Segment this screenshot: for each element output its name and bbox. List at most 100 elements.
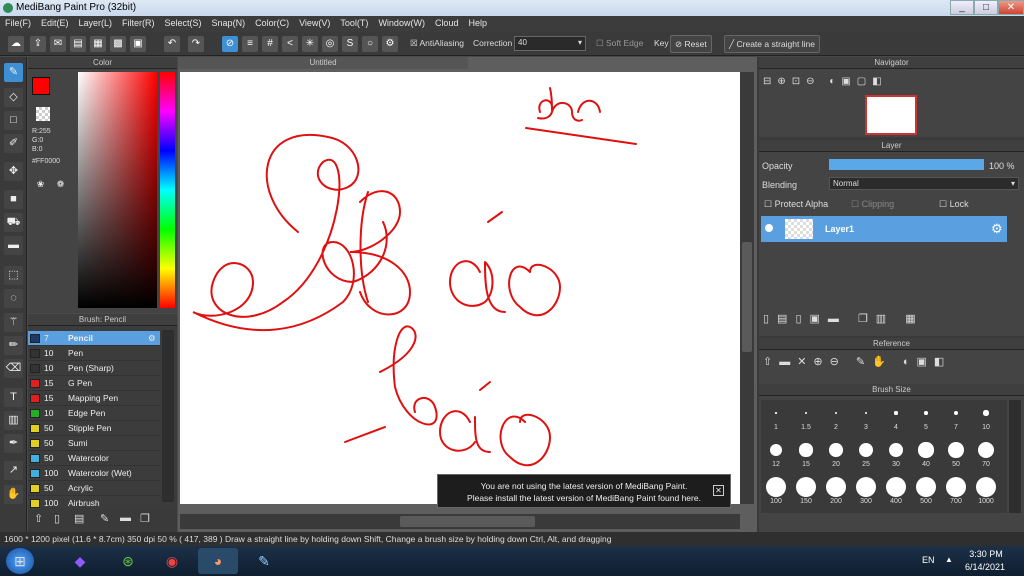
clipping-checkbox[interactable]: ☐ Clipping (851, 199, 894, 210)
brush-size-cell[interactable]: 1 (761, 402, 791, 431)
app-green-icon[interactable]: ⊛ (108, 548, 148, 574)
brush-size-cell[interactable]: 150 (791, 476, 821, 505)
brush-item[interactable]: 50 Watercolor (28, 451, 160, 466)
brush-item[interactable]: 15 G Pen (28, 376, 160, 391)
brush-list-scrollbar[interactable] (162, 330, 174, 502)
circle-snap-icon[interactable]: ◎ (322, 36, 338, 52)
start-button[interactable]: ⊞ (6, 548, 34, 574)
redo-icon[interactable]: ↷ (188, 36, 204, 52)
panel-divide-icon[interactable]: ▥ (4, 411, 23, 430)
visibility-icon[interactable] (765, 224, 773, 232)
horizontal-scroll-thumb[interactable] (400, 516, 535, 527)
new-brush-icon[interactable]: ▯ (54, 512, 60, 525)
fill-shape-icon[interactable]: ■ (4, 190, 23, 209)
color-set-icon[interactable]: ❁ (53, 177, 68, 192)
brush-size-cell[interactable]: 7 (941, 402, 971, 431)
visual-studio-icon[interactable]: ◆ (60, 548, 100, 574)
menu-file[interactable]: File(F) (0, 16, 36, 32)
transparent-color-swatch[interactable] (36, 107, 50, 121)
curve-snap-icon[interactable]: S (342, 36, 358, 52)
chrome-icon[interactable]: ◉ (152, 548, 192, 574)
brush-item[interactable]: 7 Pencil ⚙ (28, 331, 160, 346)
parallel-snap-icon[interactable]: ≡ (242, 36, 258, 52)
brush-size-cell[interactable]: 20 (821, 439, 851, 468)
brush-size-cell[interactable]: 2 (821, 402, 851, 431)
brush-size-scrollbar[interactable] (1009, 400, 1021, 513)
operation-tool-icon[interactable]: ↗ (4, 461, 23, 480)
soft-edge-checkbox[interactable]: ☐ Soft Edge (596, 38, 643, 49)
navigator-tools[interactable]: ⊟⊕⊡⊖ ◐▣▢◧ (763, 76, 888, 87)
close-button[interactable]: ✕ (998, 0, 1024, 15)
paint-icon[interactable]: ✎ (244, 548, 284, 574)
brush-size-cell[interactable]: 1000 (971, 476, 1001, 505)
brush-size-cell[interactable]: 300 (851, 476, 881, 505)
tray-arrow-icon[interactable]: ▲ (945, 555, 953, 564)
radial-snap-icon[interactable]: ✳ (302, 36, 318, 52)
select-tool-icon[interactable]: ⬚ (4, 266, 23, 285)
cloud-icon[interactable]: ☁ (8, 36, 24, 52)
brush-item[interactable]: 10 Pen (28, 346, 160, 361)
snap-off-icon[interactable]: ⊘ (222, 36, 238, 52)
reset-button[interactable]: ⊘ Reset (670, 35, 712, 53)
menu-window[interactable]: Window(W) (373, 16, 430, 32)
brush-size-cell[interactable]: 12 (761, 439, 791, 468)
palette-icon[interactable]: ❀ (33, 177, 48, 192)
maximize-button[interactable]: □ (974, 0, 998, 15)
menu-snap[interactable]: Snap(N) (207, 16, 251, 32)
brush-size-cell[interactable]: 4 (881, 402, 911, 431)
comment-icon[interactable]: ✉ (50, 36, 66, 52)
magic-wand-icon[interactable]: ⚚ (4, 313, 23, 332)
clock-date[interactable]: 6/14/2021 (960, 562, 1010, 572)
vanish-snap-icon[interactable]: < (282, 36, 298, 52)
brush-item[interactable]: 50 Acrylic (28, 481, 160, 496)
menu-edit[interactable]: Edit(E) (36, 16, 74, 32)
reference-tools[interactable]: ⇧▬✕⊕⊖ ✎✋ ◐▣◧ (763, 355, 951, 368)
brush-settings-icon[interactable]: ⚙ (148, 331, 156, 346)
chat-icon[interactable]: ▤ (70, 36, 86, 52)
notice-close-icon[interactable]: ✕ (713, 485, 724, 496)
select-pen-icon[interactable]: ✏ (4, 336, 23, 355)
menu-tool[interactable]: Tool(T) (335, 16, 373, 32)
share-icon[interactable]: ⇪ (30, 36, 46, 52)
clock-time[interactable]: 3:30 PM (966, 549, 1006, 559)
brush-menu-icon[interactable]: ▤ (74, 512, 84, 525)
language-indicator[interactable]: EN (922, 555, 935, 565)
move-tool-icon[interactable]: ✥ (4, 162, 23, 181)
hue-slider[interactable] (160, 72, 175, 308)
layer-settings-icon[interactable]: ⚙ (991, 221, 1003, 237)
brush-size-cell[interactable]: 70 (971, 439, 1001, 468)
brush-item[interactable]: 50 Sumi (28, 436, 160, 451)
brush-item[interactable]: 100 Watercolor (Wet) (28, 466, 160, 481)
select-eraser-icon[interactable]: ⌫ (4, 359, 23, 378)
brush-size-cell[interactable]: 15 (791, 439, 821, 468)
grid-icon[interactable]: ▩ (110, 36, 126, 52)
brush-size-cell[interactable]: 25 (851, 439, 881, 468)
menu-view[interactable]: View(V) (294, 16, 335, 32)
brush-size-cell[interactable]: 1.5 (791, 402, 821, 431)
brush-size-cell[interactable]: 50 (941, 439, 971, 468)
gradient-tool-icon[interactable]: ▬ (4, 236, 23, 255)
brush-size-cell[interactable]: 30 (881, 439, 911, 468)
brush-item[interactable]: 10 Pen (Sharp) (28, 361, 160, 376)
layer-tools[interactable]: ▯▤▯▣▬ ❐▥ ▦ (763, 312, 924, 325)
opacity-slider[interactable] (829, 159, 984, 170)
blur-tool-icon[interactable]: ✐ (4, 134, 23, 153)
straight-line-button[interactable]: ╱ Create a straight line (724, 35, 820, 53)
canvas-vertical-scrollbar[interactable] (740, 72, 754, 504)
edit-brush-icon[interactable]: ✎ (100, 512, 109, 525)
menu-help[interactable]: Help (463, 16, 492, 32)
add-brush-icon[interactable]: ⇧ (34, 512, 43, 525)
brush-size-cell[interactable]: 10 (971, 402, 1001, 431)
brush-size-cell[interactable]: 400 (881, 476, 911, 505)
brush-item[interactable]: 10 Edge Pen (28, 406, 160, 421)
brush-size-cell[interactable]: 40 (911, 439, 941, 468)
hand-tool-icon[interactable]: ✋ (4, 485, 23, 504)
correction-select[interactable]: 40 ▾ (514, 36, 586, 51)
snap-settings-icon[interactable]: ⚙ (382, 36, 398, 52)
brush-size-cell[interactable]: 5 (911, 402, 941, 431)
layer-row[interactable]: Layer1 ⚙ (761, 216, 1007, 242)
brush-item[interactable]: 50 Stipple Pen (28, 421, 160, 436)
canvas-horizontal-scrollbar[interactable] (180, 514, 740, 529)
lasso-tool-icon[interactable]: ◌ (4, 289, 23, 308)
menu-color[interactable]: Color(C) (250, 16, 294, 32)
